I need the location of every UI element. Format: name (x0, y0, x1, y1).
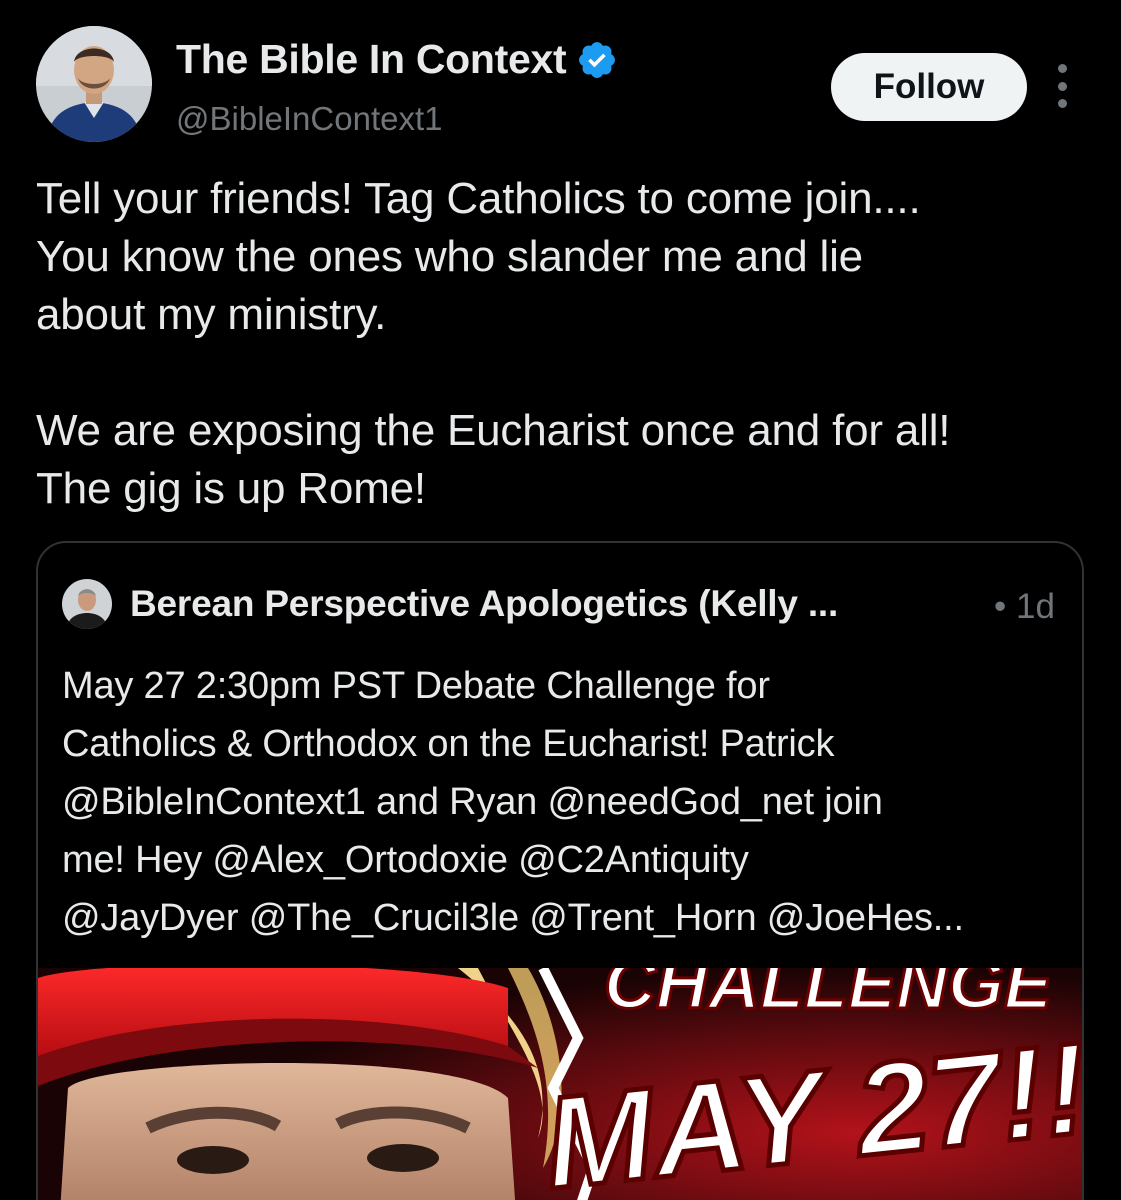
more-dot (1057, 99, 1067, 108)
verified-badge-icon (579, 41, 616, 78)
author-avatar[interactable] (36, 26, 152, 142)
author-name[interactable]: The Bible In Context (176, 36, 618, 83)
follow-button[interactable]: Follow (831, 53, 1027, 121)
quote-text: May 27 2:30pm PST Debate Challenge for C… (62, 657, 1062, 947)
more-options-icon[interactable] (1052, 64, 1072, 108)
more-dot (1057, 64, 1067, 73)
media-banner-top: CHALLENGE (604, 968, 1054, 1024)
tweet-view: The Bible In Context @BibleInContext1 Fo… (0, 0, 1121, 1200)
quote-line: @BibleInContext1 and Ryan @needGod_net j… (62, 781, 883, 823)
more-dot (1057, 81, 1067, 91)
quote-line: @JayDyer @The_Crucil3le @Trent_Horn @Joe… (62, 897, 964, 939)
quote-line: Catholics & Orthodox on the Eucharist! P… (62, 723, 835, 765)
quoted-tweet-card[interactable]: Berean Perspective Apologetics (Kelly ..… (36, 541, 1084, 1200)
quote-line: me! Hey @Alex_Ortodoxie @C2Antiquity (62, 839, 749, 881)
tweet-text: Tell your friends! Tag Catholics to come… (36, 174, 951, 513)
quote-author-avatar (62, 579, 112, 629)
quote-media-image[interactable]: CHALLENGE MAY 27!!! (38, 968, 1082, 1200)
quote-timestamp[interactable]: • 1d (994, 587, 1055, 627)
quote-line: May 27 2:30pm PST Debate Challenge for (62, 665, 770, 707)
quote-author-name[interactable]: Berean Perspective Apologetics (Kelly ..… (130, 583, 838, 625)
author-handle[interactable]: @BibleInContext1 (176, 100, 442, 138)
author-name-text[interactable]: The Bible In Context (176, 36, 567, 83)
